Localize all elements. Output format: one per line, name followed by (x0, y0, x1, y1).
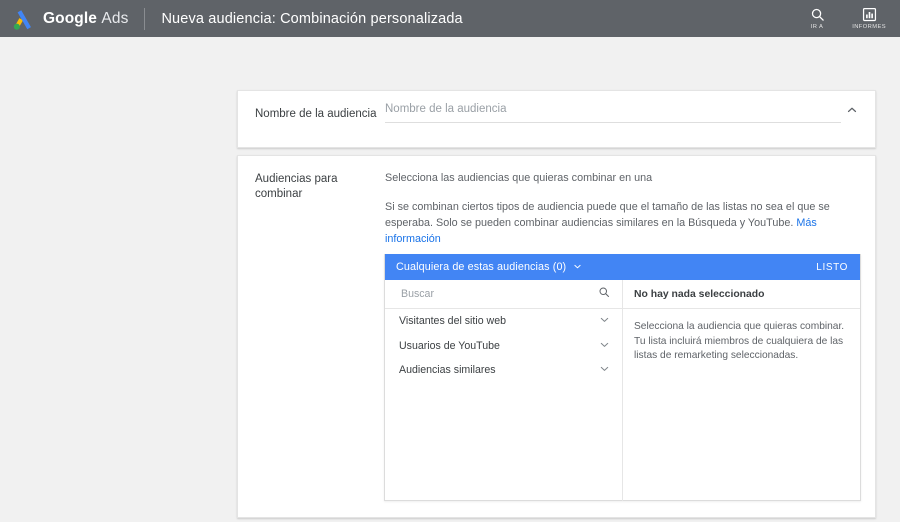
app-top-bar: Google Ads Nueva audiencia: Combinación … (0, 0, 900, 37)
combine-label: Audiencias para combinar (255, 173, 338, 200)
selector-header: Cualquiera de estas audiencias (0) LISTO (385, 254, 860, 280)
selector-done-button[interactable]: LISTO (816, 262, 848, 273)
selector-search-row (385, 280, 622, 309)
list-item[interactable]: Usuarios de YouTube (385, 334, 622, 359)
audience-name-label: Nombre de la audiencia (255, 108, 377, 120)
list-item-label: Visitantes del sitio web (399, 315, 506, 328)
audience-name-input[interactable] (385, 103, 841, 123)
page-title: Nueva audiencia: Combinación personaliza… (161, 10, 463, 27)
chevron-down-icon[interactable] (599, 361, 610, 379)
search-icon (810, 7, 825, 22)
page-content: Nombre de la audiencia Nombre de la audi… (0, 37, 900, 522)
selector-title: Cualquiera de estas audiencias (0) (396, 261, 567, 273)
selector-list-column: Visitantes del sitio web Usuarios de You… (385, 280, 623, 501)
audience-name-body (384, 91, 875, 147)
reports-bar-chart-icon (862, 7, 877, 22)
list-item-label: Audiencias similares (399, 364, 496, 377)
combine-intro-text: Selecciona las audiencias que quieras co… (385, 172, 653, 184)
selector-selection-column: No hay nada seleccionado Selecciona la a… (623, 280, 860, 501)
brand[interactable]: Google Ads (12, 8, 128, 30)
chevron-down-icon[interactable] (599, 337, 610, 355)
selection-empty-title: No hay nada seleccionado (634, 288, 765, 300)
chevron-down-icon[interactable] (573, 258, 582, 276)
brand-divider (144, 7, 146, 30)
audience-name-collapse-button[interactable] (843, 103, 861, 121)
combine-description-text: Si se combinan ciertos tipos de audienci… (385, 201, 830, 229)
reports-action-button[interactable]: INFORMES (852, 7, 886, 30)
audience-name-label-column: Nombre de la audiencia (238, 91, 384, 147)
google-ads-logo-icon (12, 8, 34, 30)
combine-body: Selecciona las audiencias que quieras co… (384, 156, 875, 517)
reports-action-label: INFORMES (852, 23, 886, 31)
top-bar-actions: IR A INFORMES (800, 7, 900, 30)
selector-columns: Visitantes del sitio web Usuarios de You… (385, 280, 860, 501)
selection-empty-body: Selecciona la audiencia que quieras comb… (634, 321, 845, 361)
list-item[interactable]: Audiencias similares (385, 358, 622, 383)
chevron-up-icon (846, 103, 858, 121)
list-item-label: Usuarios de YouTube (399, 339, 500, 352)
audience-name-card: Nombre de la audiencia (237, 90, 876, 148)
brand-label-ads: Ads (101, 9, 129, 27)
audiences-to-combine-card: Audiencias para combinar Selecciona las … (237, 155, 876, 518)
selection-header: No hay nada seleccionado (623, 280, 860, 309)
combine-label-column: Audiencias para combinar (238, 156, 384, 517)
search-icon[interactable] (598, 285, 610, 303)
search-action-label: IR A (810, 23, 824, 31)
search-action-button[interactable]: IR A (800, 7, 834, 30)
brand-label: Google Ads (43, 10, 128, 28)
brand-label-google: Google (43, 9, 97, 27)
combine-description: Si se combinan ciertos tipos de audienci… (385, 199, 852, 247)
list-item[interactable]: Visitantes del sitio web (385, 309, 622, 334)
selector-search-input[interactable] (399, 287, 598, 301)
chevron-down-icon[interactable] (599, 312, 610, 330)
audience-selector-panel: Cualquiera de estas audiencias (0) LISTO (384, 254, 861, 501)
